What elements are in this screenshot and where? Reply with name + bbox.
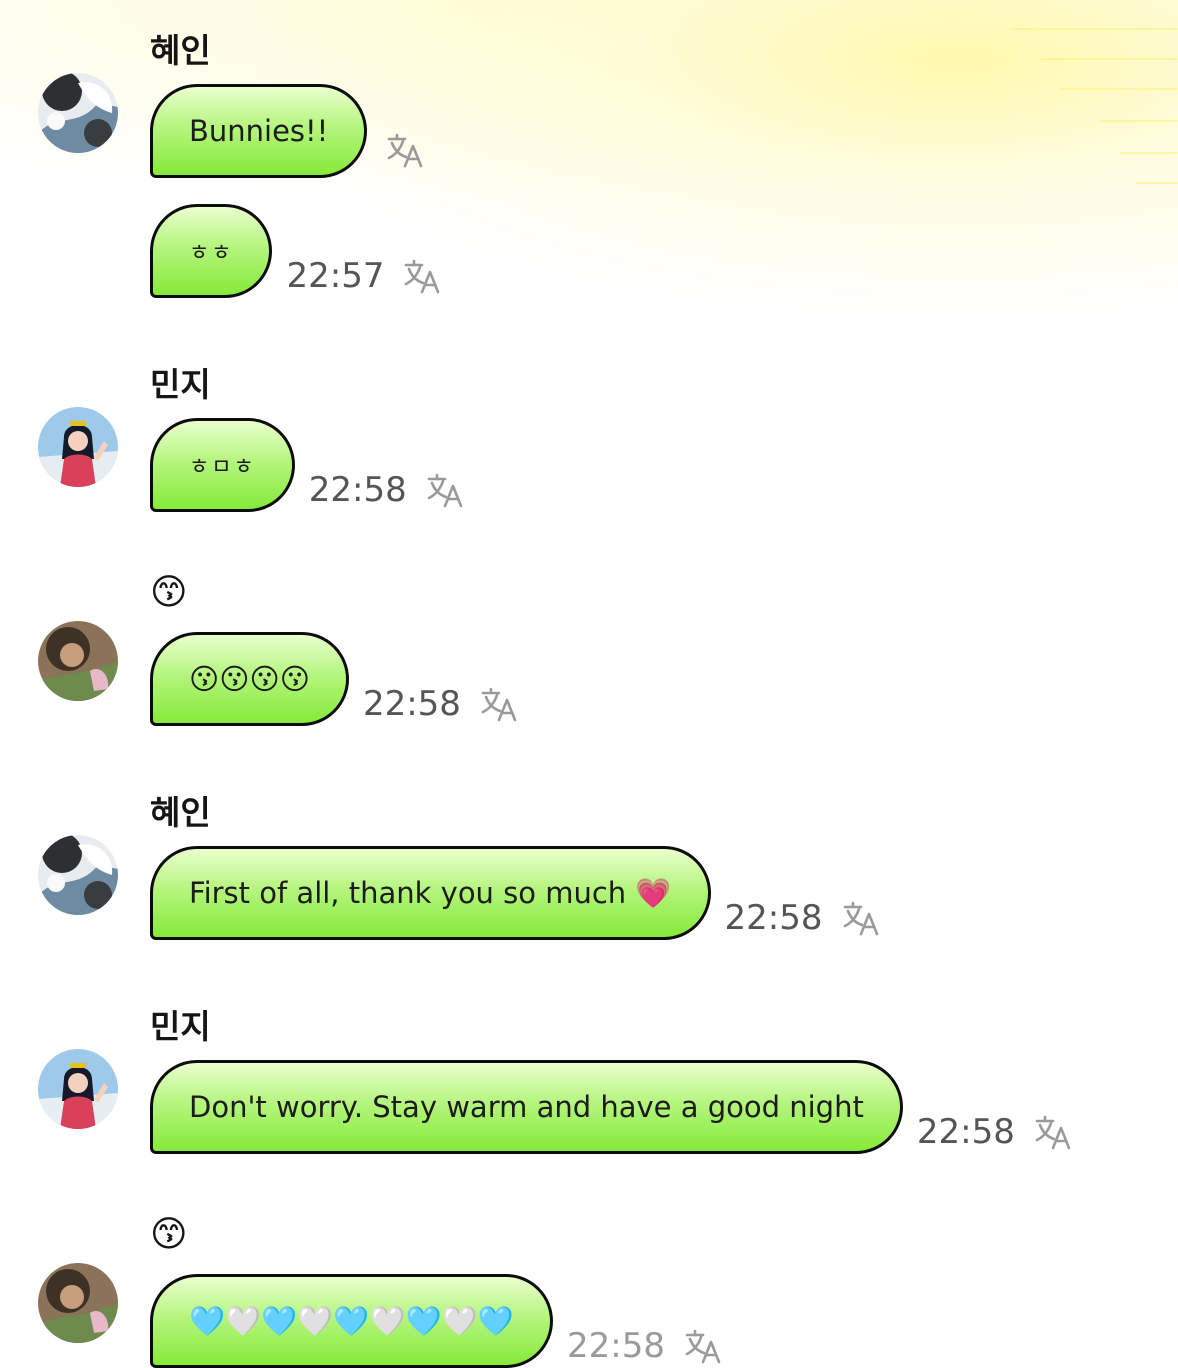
sender-name: 민지 bbox=[150, 365, 211, 404]
avatar-image bbox=[38, 1049, 118, 1129]
message-time: 22:58 bbox=[724, 898, 823, 938]
message-bubble[interactable]: Bunnies!! bbox=[150, 84, 368, 178]
message-bubble[interactable]: Don't worry. Stay warm and have a good n… bbox=[150, 1060, 903, 1154]
message-meta: 22:58 bbox=[725, 898, 881, 938]
message-meta: 22:58 bbox=[567, 1326, 723, 1366]
avatar[interactable] bbox=[38, 1263, 118, 1343]
message-row: Bunnies!! bbox=[150, 84, 425, 178]
avatar-image bbox=[38, 1263, 118, 1343]
message-row: ㅎㅎ 22:57 bbox=[150, 204, 442, 298]
message-bubble[interactable]: First of all, thank you so much 💗 bbox=[150, 846, 711, 940]
translate-icon[interactable] bbox=[1033, 1112, 1073, 1152]
avatar-image bbox=[38, 73, 118, 153]
sender-name: 😙 bbox=[150, 572, 188, 613]
message-meta: 22:58 bbox=[363, 684, 519, 724]
message-bubble[interactable]: 🩵🤍🩵🤍🩵🤍🩵🤍🩵 bbox=[150, 1274, 553, 1368]
avatar[interactable] bbox=[38, 835, 118, 915]
avatar[interactable] bbox=[38, 1049, 118, 1129]
message-time: 22:57 bbox=[286, 256, 385, 296]
message-row: First of all, thank you so much 💗 22:58 bbox=[150, 846, 881, 940]
message-row: 😗😗😗😗 22:58 bbox=[150, 632, 519, 726]
sender-name: 민지 bbox=[150, 1007, 211, 1046]
message-meta bbox=[381, 130, 425, 176]
message-bubble[interactable]: 😗😗😗😗 bbox=[150, 632, 349, 726]
avatar-image bbox=[38, 407, 118, 487]
message-row: 🩵🤍🩵🤍🩵🤍🩵🤍🩵 22:58 bbox=[150, 1274, 723, 1368]
translate-icon[interactable] bbox=[841, 898, 881, 938]
translate-icon[interactable] bbox=[402, 256, 442, 296]
translate-icon[interactable] bbox=[683, 1326, 723, 1366]
message-time: 22:58 bbox=[308, 470, 407, 510]
translate-icon[interactable] bbox=[385, 130, 425, 170]
translate-icon[interactable] bbox=[479, 684, 519, 724]
message-meta: 22:58 bbox=[917, 1112, 1073, 1152]
message-time: 22:58 bbox=[916, 1112, 1015, 1152]
message-time: 22:58 bbox=[566, 1326, 665, 1366]
message-meta: 22:58 bbox=[309, 470, 465, 510]
sender-name: 😙 bbox=[150, 1214, 188, 1255]
sender-name: 혜인 bbox=[150, 793, 211, 832]
avatar[interactable] bbox=[38, 621, 118, 701]
message-meta: 22:57 bbox=[286, 256, 442, 296]
avatar[interactable] bbox=[38, 407, 118, 487]
sender-name: 혜인 bbox=[150, 31, 211, 70]
message-time: 22:58 bbox=[362, 684, 461, 724]
translate-icon[interactable] bbox=[425, 470, 465, 510]
chat-message-list[interactable]: 혜인 Bunnies!! ㅎㅎ 22:57 민지 ㅎㅁㅎ 22:58 😙 😗😗😗… bbox=[0, 0, 1178, 1368]
avatar-image bbox=[38, 621, 118, 701]
message-row: ㅎㅁㅎ 22:58 bbox=[150, 418, 465, 512]
avatar[interactable] bbox=[38, 73, 118, 153]
message-bubble[interactable]: ㅎㅁㅎ bbox=[150, 418, 295, 512]
avatar-image bbox=[38, 835, 118, 915]
message-bubble[interactable]: ㅎㅎ bbox=[150, 204, 273, 298]
message-row: Don't worry. Stay warm and have a good n… bbox=[150, 1060, 1073, 1154]
